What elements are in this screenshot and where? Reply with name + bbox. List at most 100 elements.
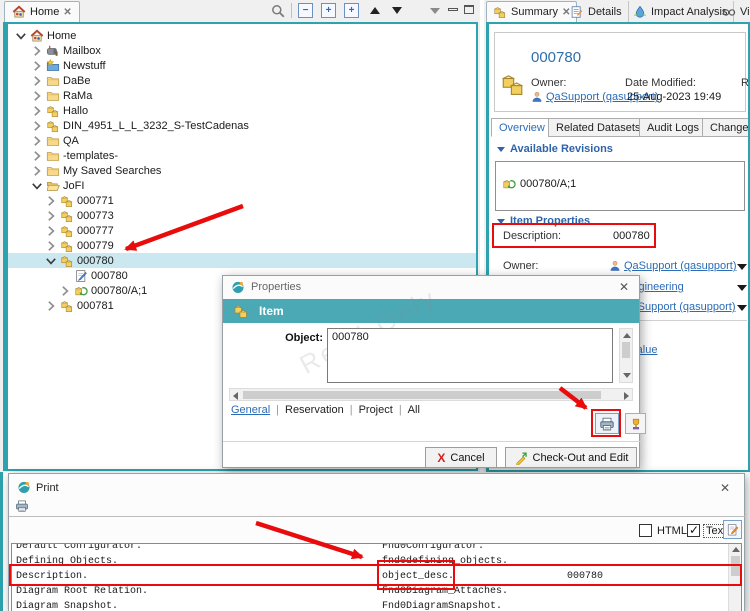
scroll-right-icon[interactable] xyxy=(624,392,629,400)
tree-item-din[interactable]: DIN_4951_L_L_3232_S-TestCadenas xyxy=(8,118,476,133)
chevron-right-icon[interactable] xyxy=(30,105,43,117)
text-checkbox[interactable] xyxy=(687,523,700,537)
collapse-all-icon[interactable]: − xyxy=(298,3,313,18)
horizontal-scrollbar[interactable] xyxy=(229,388,633,401)
chevron-right-icon[interactable] xyxy=(30,135,43,147)
move-up-icon[interactable] xyxy=(370,7,380,14)
folder-icon xyxy=(46,74,60,88)
dialog-tab-all[interactable]: All xyxy=(408,404,420,416)
summary-header-card: 000780 Owner: QaSupport (qasupport) Date… xyxy=(494,32,748,112)
dialog-tab-general[interactable]: General xyxy=(231,404,270,416)
vertical-scrollbar[interactable] xyxy=(728,544,741,611)
expand-icon[interactable]: + xyxy=(321,3,336,18)
tree-item-000777[interactable]: 000777 xyxy=(8,223,476,238)
chevron-right-icon[interactable] xyxy=(44,210,57,222)
close-icon[interactable]: ✕ xyxy=(63,7,71,18)
chevron-down-icon[interactable] xyxy=(14,30,27,42)
item-type-label: Item xyxy=(259,304,284,318)
dialog-tab-reservation[interactable]: Reservation xyxy=(285,404,344,416)
dropdown-icon[interactable] xyxy=(737,305,747,311)
print-preview-area[interactable]: Default Configurator. Fnd0Configurator. … xyxy=(11,543,742,611)
object-textarea[interactable]: 000780 xyxy=(327,328,613,383)
subtab-related-datasets[interactable]: Related Datasets xyxy=(548,118,649,137)
owner-property-link[interactable]: QaSupport (qasupport) xyxy=(624,260,737,272)
chevron-right-icon[interactable] xyxy=(44,300,57,312)
date-modified-label: Date Modified: xyxy=(625,77,696,89)
chevron-right-icon[interactable] xyxy=(30,150,43,162)
search-icon[interactable] xyxy=(270,3,286,19)
tree-item-qa[interactable]: QA xyxy=(8,133,476,148)
item-icon xyxy=(500,71,526,97)
revisions-listbox[interactable]: 000780/A;1 xyxy=(495,161,745,211)
tree-item-000779[interactable]: 000779 xyxy=(8,238,476,253)
dropdown-icon[interactable] xyxy=(737,285,747,291)
chevron-right-icon[interactable] xyxy=(30,75,43,87)
home-view-tabbar: Home ✕ − + + xyxy=(0,0,480,22)
chevron-right-icon[interactable] xyxy=(30,90,43,102)
maximize-icon[interactable] xyxy=(464,5,474,14)
subtab-change-history[interactable]: Change History xyxy=(702,118,748,137)
tree-item-rama[interactable]: RaMa xyxy=(8,88,476,103)
checkout-and-edit-button[interactable]: Check-Out and Edit xyxy=(505,447,637,468)
vertical-scrollbar[interactable] xyxy=(619,328,633,383)
scroll-up-icon[interactable] xyxy=(623,333,631,338)
item-properties-header[interactable]: Item Properties xyxy=(497,215,590,227)
chevron-right-icon[interactable] xyxy=(30,120,43,132)
revision-row[interactable]: 000780/A;1 xyxy=(502,177,576,191)
subtab-overview[interactable]: Overview xyxy=(491,118,553,137)
dropdown-icon[interactable] xyxy=(737,264,747,270)
tree-item-dabe[interactable]: DaBe xyxy=(8,73,476,88)
scrollbar-thumb[interactable] xyxy=(243,391,601,399)
tab-home[interactable]: Home ✕ xyxy=(4,1,80,22)
tree-item-hallo[interactable]: Hallo xyxy=(8,103,476,118)
tree-item-my-saved-searches[interactable]: My Saved Searches xyxy=(8,163,476,178)
description-label: Description: xyxy=(503,230,562,242)
tree-item-000780-selected[interactable]: 000780 xyxy=(8,253,476,268)
view-menu-icon[interactable] xyxy=(430,8,440,14)
tree-item-000771[interactable]: 000771 xyxy=(8,193,476,208)
scroll-up-icon[interactable] xyxy=(732,547,740,552)
chevron-right-icon[interactable] xyxy=(30,45,43,57)
dialog-tab-project[interactable]: Project xyxy=(359,404,393,416)
page-pencil-icon xyxy=(726,523,740,537)
scrollbar-thumb[interactable] xyxy=(622,342,630,358)
cancel-button[interactable]: X Cancel xyxy=(425,447,497,468)
chevron-down-icon[interactable] xyxy=(44,255,57,267)
tab-details[interactable]: Details xyxy=(564,1,629,22)
html-checkbox[interactable] xyxy=(639,524,652,537)
close-icon[interactable]: ✕ xyxy=(617,280,631,294)
secondary-action-button[interactable] xyxy=(625,413,646,434)
printer-icon[interactable] xyxy=(15,499,29,513)
tree-item-mailbox[interactable]: Mailbox xyxy=(8,43,476,58)
item-icon xyxy=(60,239,74,253)
tree-item-home[interactable]: Home xyxy=(8,28,476,43)
subtab-audit-logs[interactable]: Audit Logs xyxy=(639,118,707,137)
scroll-left-icon[interactable] xyxy=(233,392,238,400)
expand-all-icon[interactable]: + xyxy=(344,3,359,18)
chevron-right-icon[interactable] xyxy=(30,60,43,72)
edit-output-button[interactable] xyxy=(723,520,742,539)
print-button[interactable] xyxy=(595,413,619,434)
scroll-down-icon[interactable] xyxy=(623,373,631,378)
tree-item-newstuff[interactable]: Newstuff xyxy=(8,58,476,73)
scrollbar-thumb[interactable] xyxy=(731,556,740,576)
tree-item-jofi[interactable]: JoFI xyxy=(8,178,476,193)
person-icon xyxy=(609,260,621,272)
chevron-right-icon[interactable] xyxy=(58,285,71,297)
dataset-icon xyxy=(74,269,88,283)
text-checkbox-group: Text xyxy=(687,523,730,538)
properties-dialog-titlebar[interactable]: Properties ✕ xyxy=(223,276,639,299)
chevron-down-icon[interactable] xyxy=(30,180,43,192)
tree-item-templates[interactable]: -templates- xyxy=(8,148,476,163)
chevron-right-icon[interactable] xyxy=(44,240,57,252)
tab-view[interactable]: View xyxy=(716,1,750,22)
close-icon[interactable]: ✕ xyxy=(718,481,732,495)
chevron-right-icon[interactable] xyxy=(44,225,57,237)
tree-item-000773[interactable]: 000773 xyxy=(8,208,476,223)
chevron-right-icon[interactable] xyxy=(30,165,43,177)
minimize-icon[interactable] xyxy=(448,0,458,11)
move-down-icon[interactable] xyxy=(392,7,402,14)
available-revisions-header[interactable]: Available Revisions xyxy=(497,143,613,155)
date-modified-value: 25-Aug-2023 19:49 xyxy=(627,91,722,103)
chevron-right-icon[interactable] xyxy=(44,195,57,207)
